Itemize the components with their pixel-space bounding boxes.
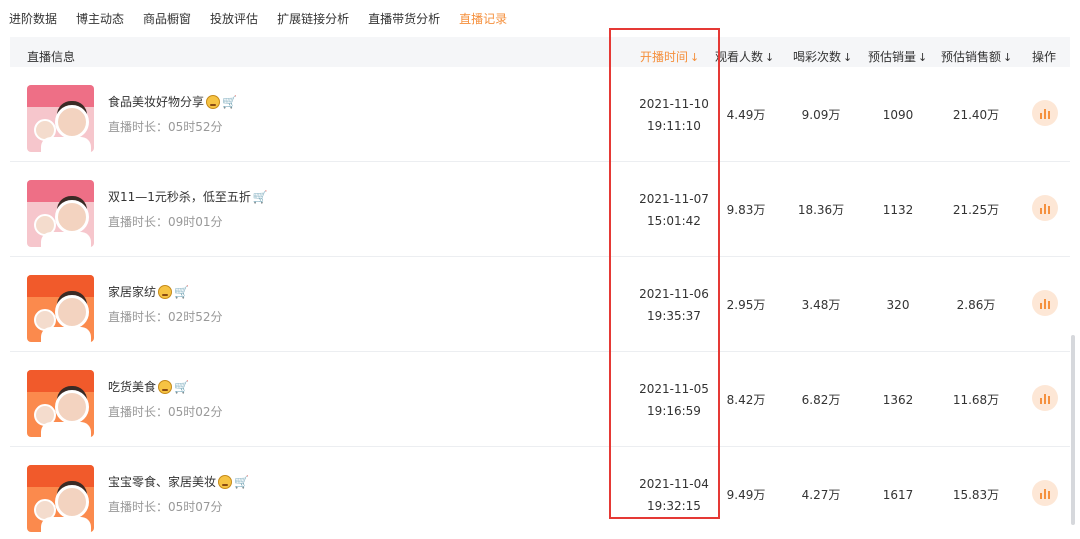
cart-icon: 🛒 bbox=[252, 189, 268, 204]
viewers-cell: 2.95万 bbox=[726, 298, 766, 312]
viewers-cell: 8.42万 bbox=[726, 393, 766, 407]
bar-chart-icon[interactable] bbox=[1032, 290, 1058, 316]
sort-down-arrow-icon: ↓ bbox=[765, 51, 775, 64]
cheers-cell: 4.27万 bbox=[801, 488, 841, 502]
header-est-revenue-label: 预估销售额 bbox=[941, 50, 1002, 64]
sort-down-arrow-icon: ↓ bbox=[843, 51, 853, 64]
live-duration: 直播时长：02时52分 bbox=[108, 310, 223, 324]
sort-down-arrow-icon: ↓ bbox=[918, 51, 928, 64]
live-title-text: 宝宝零食、家居美妆 bbox=[108, 475, 217, 489]
star-struck-emoji-icon bbox=[218, 474, 233, 489]
header-est-sales-label: 预估销量 bbox=[868, 50, 917, 64]
live-cover-image[interactable] bbox=[27, 180, 94, 247]
live-cover-image[interactable] bbox=[27, 370, 94, 437]
start-clock: 19:35:37 bbox=[647, 308, 701, 323]
live-title-text: 食品美妆好物分享 bbox=[108, 95, 205, 109]
table-row[interactable]: 家居家纺 🛒 直播时长：02时52分 2021-11-06 19:35:37 2… bbox=[10, 257, 1070, 352]
live-duration: 直播时长：09时01分 bbox=[108, 215, 223, 229]
table-row[interactable]: 吃货美食 🛒 直播时长：05时02分 2021-11-05 19:16:59 8… bbox=[10, 352, 1070, 447]
est-sales-cell: 1362 bbox=[882, 392, 914, 407]
sort-down-arrow-icon: ↓ bbox=[690, 51, 700, 64]
start-time-cell: 2021-11-05 19:16:59 bbox=[624, 352, 724, 447]
star-struck-emoji-icon bbox=[158, 379, 173, 394]
tab-blogger-activity[interactable]: 博主动态 bbox=[76, 10, 124, 27]
table-row[interactable]: 食品美妆好物分享 🛒 直播时长：05时52分 2021-11-10 19:11:… bbox=[10, 67, 1070, 162]
start-clock: 19:11:10 bbox=[647, 118, 701, 133]
tab-advanced-data[interactable]: 进阶数据 bbox=[9, 10, 57, 27]
est-revenue-cell: 11.68万 bbox=[952, 393, 1000, 407]
live-title-text: 吃货美食 bbox=[108, 380, 157, 394]
est-revenue-cell: 21.40万 bbox=[952, 108, 1000, 122]
est-sales-cell: 320 bbox=[886, 297, 910, 312]
live-title[interactable]: 家居家纺 🛒 bbox=[108, 283, 189, 300]
start-date: 2021-11-05 bbox=[639, 381, 709, 396]
start-time-cell: 2021-11-04 19:32:15 bbox=[624, 447, 724, 539]
live-cover-image[interactable] bbox=[27, 275, 94, 342]
header-start-time-label: 开播时间 bbox=[640, 50, 689, 64]
cart-icon: 🛒 bbox=[174, 284, 189, 299]
live-title[interactable]: 双11—1元秒杀，低至五折 🛒 bbox=[108, 188, 268, 205]
est-revenue-cell: 15.83万 bbox=[952, 488, 1000, 502]
star-struck-emoji-icon bbox=[206, 94, 221, 109]
tab-product-showcase[interactable]: 商品橱窗 bbox=[143, 10, 191, 27]
cheers-cell: 9.09万 bbox=[801, 108, 841, 122]
viewers-cell: 4.49万 bbox=[726, 108, 766, 122]
cart-icon: 🛒 bbox=[234, 474, 249, 489]
est-sales-cell: 1132 bbox=[882, 202, 914, 217]
tab-live-sales-analysis[interactable]: 直播带货分析 bbox=[368, 10, 440, 27]
start-date: 2021-11-07 bbox=[639, 191, 709, 206]
est-sales-cell: 1617 bbox=[882, 487, 914, 502]
viewers-cell: 9.49万 bbox=[726, 488, 766, 502]
table-row[interactable]: 双11—1元秒杀，低至五折 🛒 直播时长：09时01分 2021-11-07 1… bbox=[10, 162, 1070, 257]
bar-chart-icon[interactable] bbox=[1032, 385, 1058, 411]
start-clock: 19:16:59 bbox=[647, 403, 701, 418]
live-duration: 直播时长：05时52分 bbox=[108, 120, 223, 134]
bar-chart-icon[interactable] bbox=[1032, 100, 1058, 126]
live-duration: 直播时长：05时07分 bbox=[108, 500, 223, 514]
table-row[interactable]: 宝宝零食、家居美妆 🛒 直播时长：05时07分 2021-11-04 19:32… bbox=[10, 447, 1070, 539]
tab-ad-evaluation[interactable]: 投放评估 bbox=[210, 10, 258, 27]
sort-down-arrow-icon: ↓ bbox=[1003, 51, 1013, 64]
live-title[interactable]: 宝宝零食、家居美妆 🛒 bbox=[108, 473, 249, 490]
est-revenue-cell: 2.86万 bbox=[956, 298, 996, 312]
bar-chart-icon[interactable] bbox=[1032, 480, 1058, 506]
header-viewers-label: 观看人数 bbox=[715, 50, 764, 64]
cart-icon: 🛒 bbox=[174, 379, 189, 394]
start-clock: 15:01:42 bbox=[647, 213, 701, 228]
tab-bar: 进阶数据 博主动态 商品橱窗 投放评估 扩展链接分析 直播带货分析 直播记录 bbox=[0, 0, 1080, 37]
cart-icon: 🛒 bbox=[222, 94, 237, 109]
tab-extended-link-analysis[interactable]: 扩展链接分析 bbox=[277, 10, 349, 27]
live-cover-image[interactable] bbox=[27, 465, 94, 532]
start-clock: 19:32:15 bbox=[647, 498, 701, 513]
start-time-cell: 2021-11-10 19:11:10 bbox=[624, 67, 724, 162]
live-duration: 直播时长：05时02分 bbox=[108, 405, 223, 419]
tab-live-records[interactable]: 直播记录 bbox=[459, 10, 507, 27]
live-title[interactable]: 吃货美食 🛒 bbox=[108, 378, 189, 395]
start-date: 2021-11-06 bbox=[639, 286, 709, 301]
live-records-table: 直播信息 开播时间 ↓ 观看人数 ↓ 喝彩次数 ↓ 预估销量 ↓ 预估销售额 ↓ 操作 食… bbox=[10, 37, 1070, 539]
live-cover-image[interactable] bbox=[27, 85, 94, 152]
est-sales-cell: 1090 bbox=[882, 107, 914, 122]
bar-chart-icon[interactable] bbox=[1032, 195, 1058, 221]
start-time-cell: 2021-11-07 15:01:42 bbox=[624, 162, 724, 257]
live-title-text: 双11—1元秒杀，低至五折 bbox=[108, 190, 251, 204]
viewers-cell: 9.83万 bbox=[726, 203, 766, 217]
star-struck-emoji-icon bbox=[158, 284, 173, 299]
live-title[interactable]: 食品美妆好物分享 🛒 bbox=[108, 93, 237, 110]
start-date: 2021-11-04 bbox=[639, 476, 709, 491]
cheers-cell: 6.82万 bbox=[801, 393, 841, 407]
start-date: 2021-11-10 bbox=[639, 96, 709, 111]
cheers-cell: 18.36万 bbox=[797, 203, 845, 217]
vertical-scrollbar[interactable] bbox=[1071, 335, 1075, 525]
cheers-cell: 3.48万 bbox=[801, 298, 841, 312]
live-title-text: 家居家纺 bbox=[108, 285, 157, 299]
est-revenue-cell: 21.25万 bbox=[952, 203, 1000, 217]
header-cheers-label: 喝彩次数 bbox=[793, 50, 842, 64]
start-time-cell: 2021-11-06 19:35:37 bbox=[624, 257, 724, 352]
